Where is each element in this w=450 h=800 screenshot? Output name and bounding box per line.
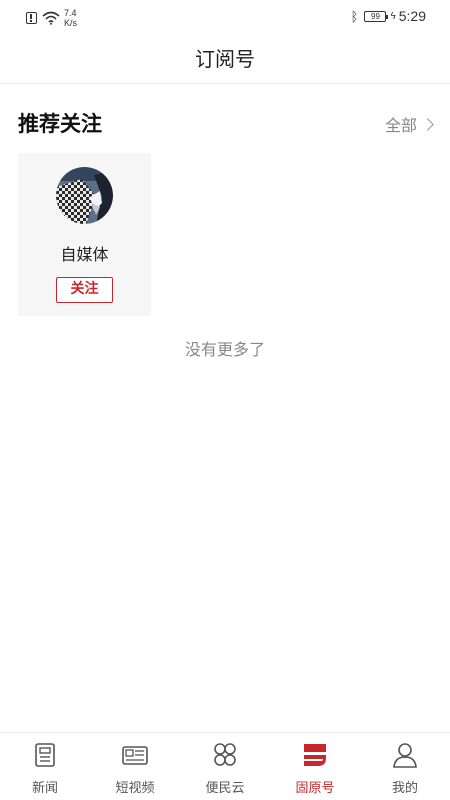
nav-item-guyuan[interactable]: 固原号 [270, 733, 360, 800]
nav-item-news[interactable]: 新闻 [0, 733, 90, 800]
nav-item-video[interactable]: 短视频 [90, 733, 180, 800]
wifi-icon [42, 11, 60, 25]
user-icon [393, 743, 417, 768]
clock: 5:29 [398, 8, 426, 24]
nav-label-mine: 我的 [391, 781, 418, 796]
nav-item-mine[interactable]: 我的 [360, 733, 450, 800]
video-icon [122, 746, 148, 765]
page-title: 订阅号 [195, 47, 255, 71]
network-speed: 7.4 K/s [64, 8, 77, 28]
section-title: 推荐关注 [18, 111, 102, 136]
charging-icon: ϟ [390, 10, 396, 22]
network-speed-value: 7.4 [64, 8, 77, 18]
news-icon [35, 743, 55, 767]
network-speed-unit: K/s [64, 18, 78, 28]
grid-icon [214, 743, 236, 766]
bottom-nav: 新闻 短视频 便民云 固原号 我的 [0, 732, 450, 800]
recommend-header: 推荐关注 全部 [18, 104, 434, 140]
alert-icon [26, 12, 37, 24]
view-all-button[interactable]: 全部 [384, 112, 434, 136]
card-name: 自媒体 [60, 245, 109, 264]
view-all-label: 全部 [384, 116, 417, 135]
title-bar: 订阅号 [0, 34, 450, 84]
battery-icon: 99 [364, 10, 389, 22]
nav-label-guyuan: 固原号 [295, 781, 335, 796]
nav-label-news: 新闻 [31, 781, 58, 796]
nav-label-services: 便民云 [205, 781, 245, 796]
subscription-card[interactable]: 自媒体 关注 [18, 153, 151, 316]
chevron-right-icon [421, 117, 434, 131]
status-right: ᛒ 99 ϟ 5:29 [351, 8, 426, 24]
bluetooth-icon: ᛒ [350, 8, 359, 24]
no-more-text: 没有更多了 [184, 340, 265, 359]
nav-label-video: 短视频 [115, 781, 155, 796]
avatar[interactable] [56, 167, 113, 224]
status-bar: 7.4 K/s ᛒ 99 ϟ 5:29 [0, 0, 450, 34]
brand-icon [304, 744, 326, 766]
follow-button[interactable]: 关注 [56, 277, 113, 303]
status-left: 7.4 K/s [26, 8, 77, 28]
nav-item-services[interactable]: 便民云 [180, 733, 270, 800]
